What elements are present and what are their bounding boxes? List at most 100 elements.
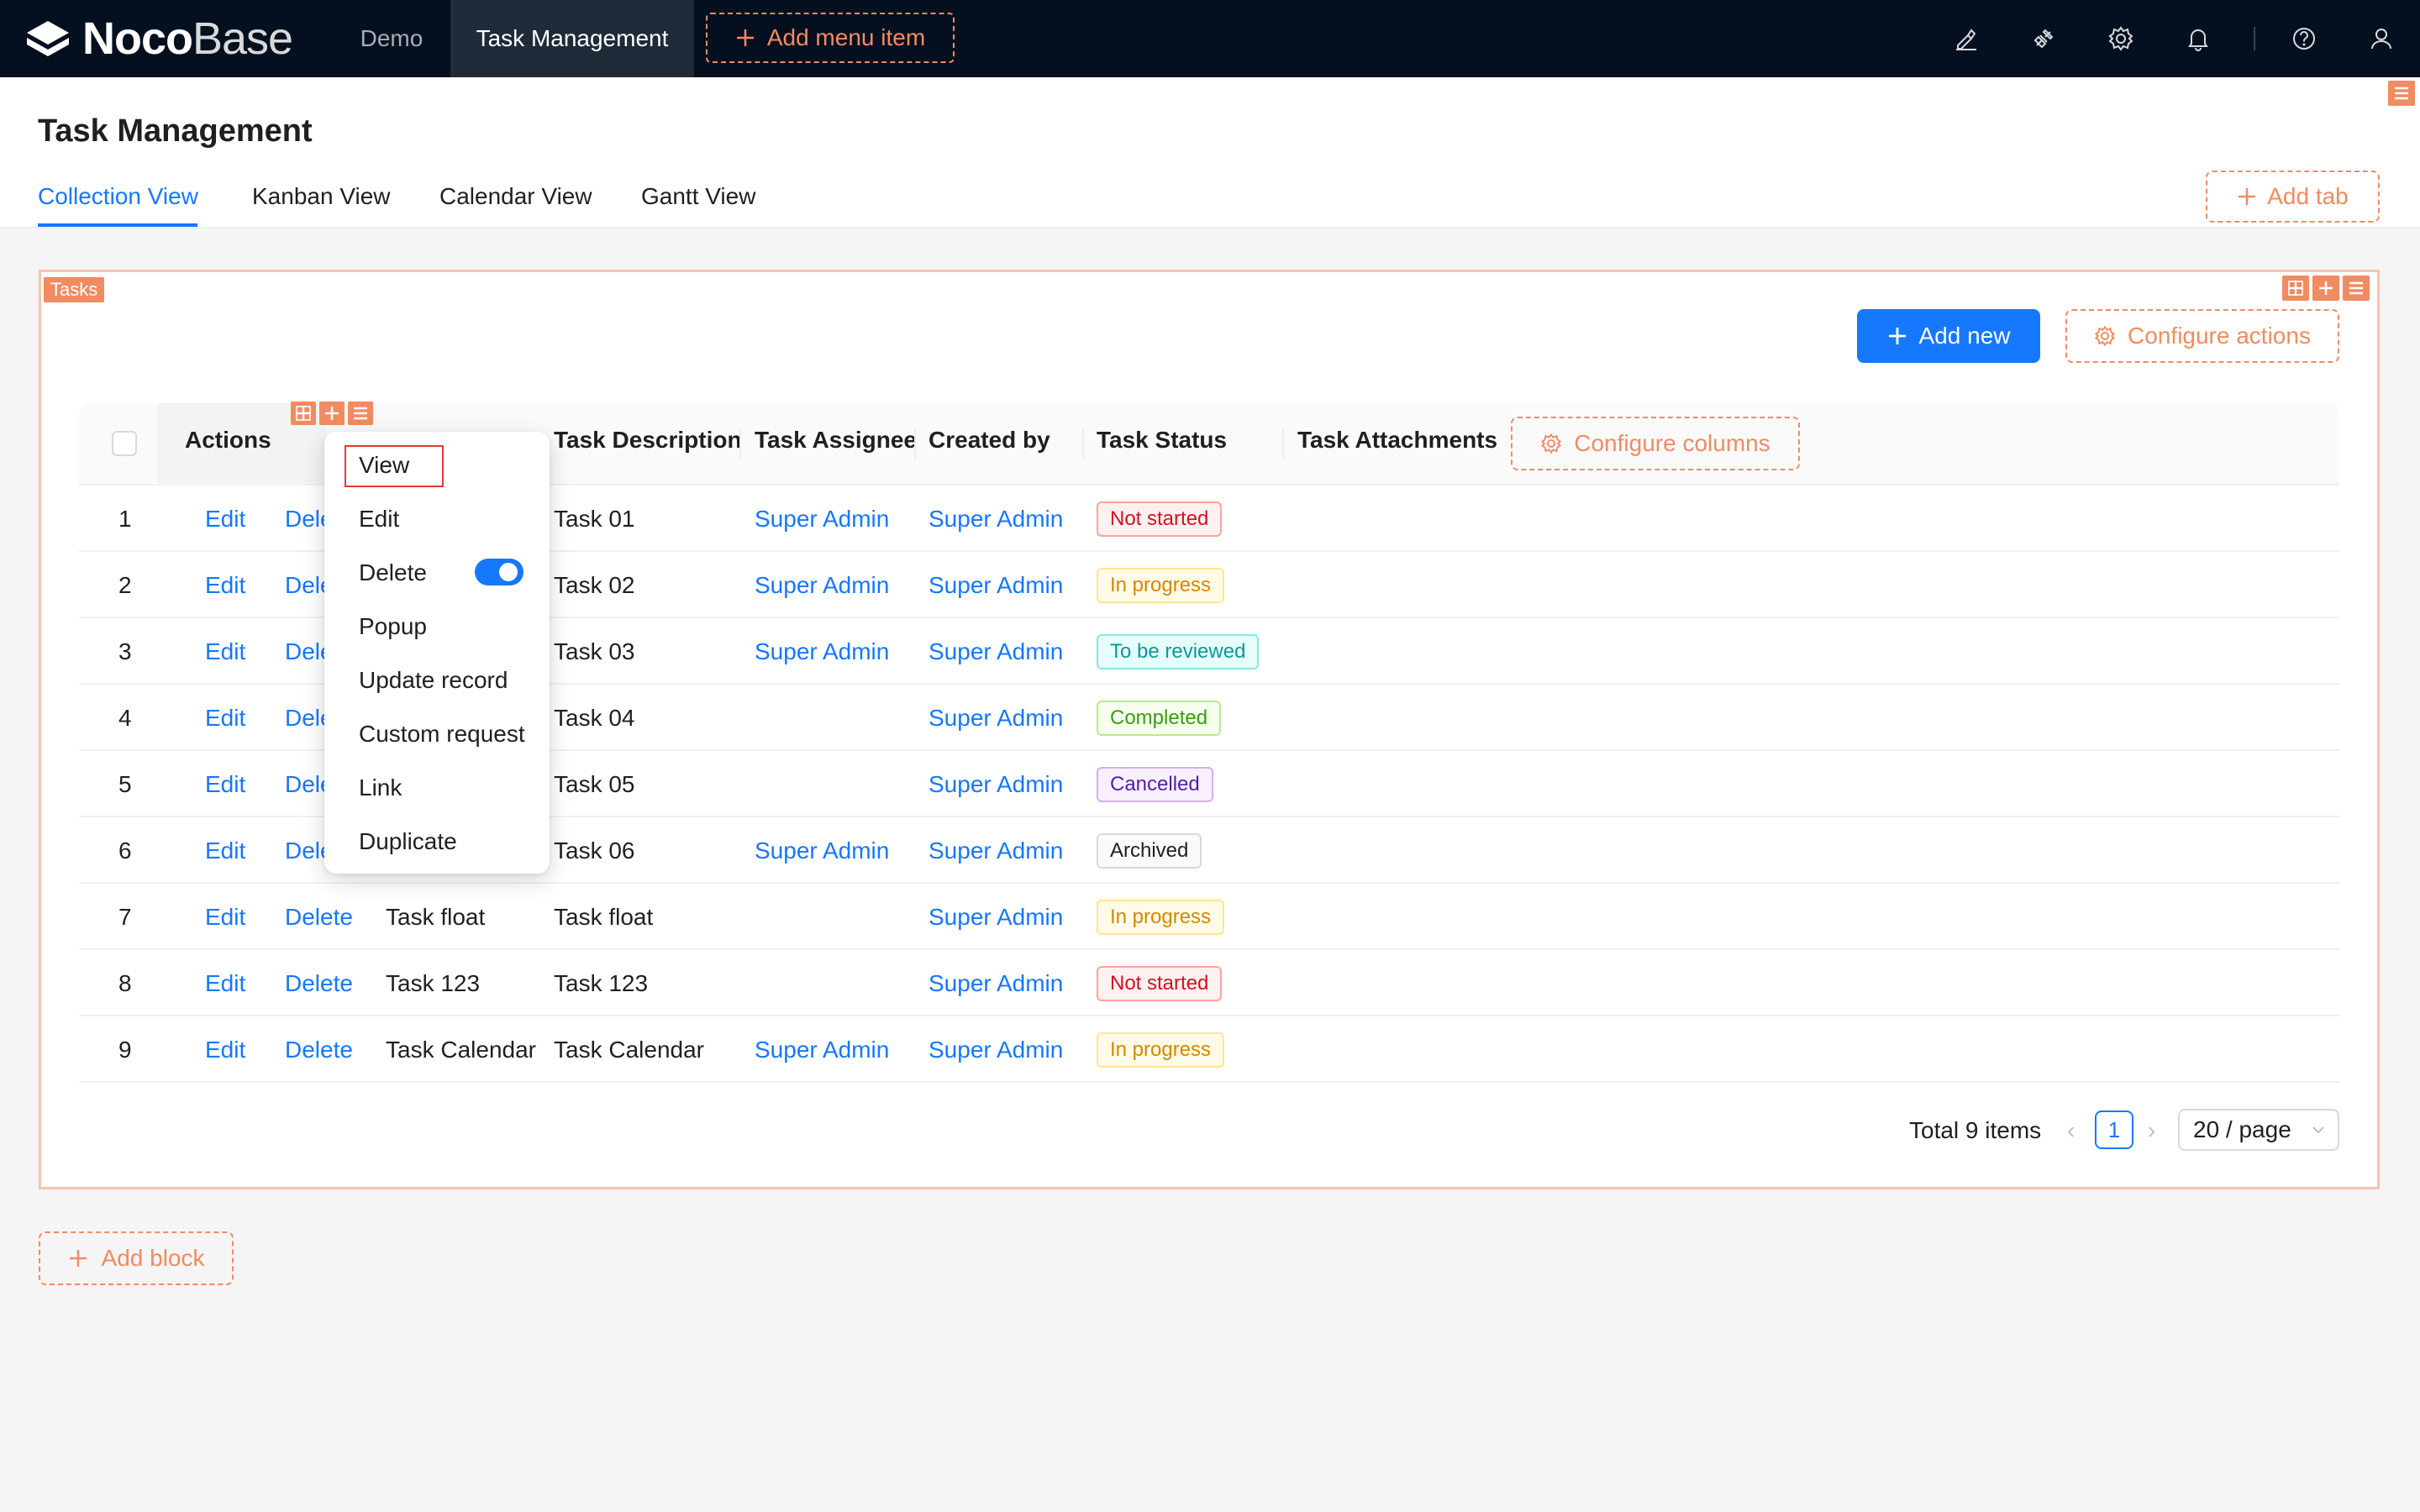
dropdown-item-edit[interactable]: Edit: [359, 506, 399, 533]
add-block-plus-icon[interactable]: [2312, 276, 2339, 301]
task-description-cell: Task 02: [554, 572, 635, 598]
prev-page-icon[interactable]: ‹: [2067, 1117, 2075, 1144]
delete-link[interactable]: Delete: [285, 970, 353, 997]
tab-collection-view[interactable]: Collection View: [38, 183, 198, 210]
created-by-link[interactable]: Super Admin: [929, 837, 1063, 864]
task-name-cell: Task Calendar: [386, 1037, 536, 1063]
plus-icon: [1888, 328, 1906, 344]
created-by-link[interactable]: Super Admin: [929, 572, 1063, 599]
status-badge: In progress: [1097, 900, 1225, 935]
configure-actions-button[interactable]: Configure actions: [2065, 309, 2339, 363]
task-assignee-link[interactable]: Super Admin: [755, 638, 889, 665]
configure-columns-button[interactable]: Configure columns: [1511, 417, 1800, 470]
row-number: 3: [118, 638, 132, 664]
edit-link[interactable]: Edit: [205, 506, 245, 533]
status-badge: Cancelled: [1097, 767, 1213, 802]
drag-handle-icon[interactable]: [2282, 276, 2309, 301]
status-badge: Not started: [1097, 966, 1223, 1001]
page-settings-menu-icon[interactable]: [2388, 81, 2415, 106]
task-assignee-link[interactable]: Super Admin: [755, 506, 889, 533]
block-settings-menu-icon[interactable]: [2343, 276, 2370, 301]
add-block-button[interactable]: Add block: [39, 1231, 234, 1285]
add-new-button[interactable]: Add new: [1857, 309, 2040, 363]
task-assignee-link[interactable]: Super Admin: [755, 837, 889, 864]
delete-link[interactable]: Delete: [285, 904, 353, 931]
column-divider: [1082, 428, 1084, 459]
status-badge: Not started: [1097, 501, 1223, 537]
column-toolbar: [291, 402, 373, 425]
edit-link[interactable]: Edit: [205, 705, 245, 732]
nav-item-task-management[interactable]: Task Management: [450, 0, 694, 77]
edit-link[interactable]: Edit: [205, 1037, 245, 1063]
column-header-created-by[interactable]: Created by: [929, 427, 1050, 454]
page-title: Task Management: [38, 113, 313, 149]
dropdown-item-popup[interactable]: Popup: [359, 613, 427, 640]
created-by-link[interactable]: Super Admin: [929, 771, 1063, 798]
task-assignee-link[interactable]: Super Admin: [755, 572, 889, 599]
settings-gear-icon[interactable]: [2101, 18, 2141, 59]
edit-link[interactable]: Edit: [205, 771, 245, 798]
active-tab-indicator: [38, 223, 197, 227]
add-new-label: Add new: [1918, 323, 2011, 349]
edit-link[interactable]: Edit: [205, 970, 245, 997]
task-description-cell: Task 123: [554, 970, 649, 996]
add-menu-item-button[interactable]: Add menu item: [706, 13, 955, 63]
app-logo[interactable]: NocoBase: [24, 12, 293, 66]
column-header-task-description[interactable]: Task Description: [554, 427, 742, 454]
task-description-cell: Task 06: [554, 837, 635, 864]
notification-bell-icon[interactable]: [2178, 18, 2218, 59]
dropdown-item-view[interactable]: View: [359, 452, 409, 479]
block-tag: Tasks: [44, 277, 105, 302]
created-by-link[interactable]: Super Admin: [929, 970, 1063, 997]
tab-calendar-view[interactable]: Calendar View: [439, 183, 592, 210]
user-avatar-icon[interactable]: [2361, 18, 2402, 59]
dropdown-item-custom-request[interactable]: Custom request: [359, 721, 525, 748]
tab-kanban-view[interactable]: Kanban View: [252, 183, 391, 210]
chevron-down-icon: [2312, 1126, 2324, 1134]
task-assignee-link[interactable]: Super Admin: [755, 1037, 889, 1063]
created-by-link[interactable]: Super Admin: [929, 705, 1063, 732]
tab-gantt-view[interactable]: Gantt View: [641, 183, 755, 210]
created-by-link[interactable]: Super Admin: [929, 638, 1063, 665]
current-page-button[interactable]: 1: [2095, 1110, 2133, 1149]
status-badge: Archived: [1097, 833, 1202, 869]
edit-link[interactable]: Edit: [205, 638, 245, 665]
dropdown-item-link[interactable]: Link: [359, 774, 402, 801]
row-number: 7: [118, 904, 132, 930]
dropdown-item-duplicate[interactable]: Duplicate: [359, 828, 457, 855]
edit-link[interactable]: Edit: [205, 837, 245, 864]
task-description-cell: Task 01: [554, 506, 635, 532]
task-name-cell: Task float: [386, 904, 486, 930]
column-settings-menu-icon[interactable]: [348, 402, 373, 425]
delete-link[interactable]: Delete: [285, 1037, 353, 1063]
column-add-icon[interactable]: [319, 402, 345, 425]
column-drag-icon[interactable]: [291, 402, 316, 425]
configure-columns-label: Configure columns: [1574, 430, 1770, 456]
status-badge: In progress: [1097, 568, 1225, 603]
add-tab-button[interactable]: Add tab: [2206, 171, 2380, 223]
edit-link[interactable]: Edit: [205, 572, 245, 599]
toggle-knob: [499, 563, 518, 581]
created-by-link[interactable]: Super Admin: [929, 1037, 1063, 1063]
nav-item-demo[interactable]: Demo: [341, 0, 442, 77]
column-header-task-attachments[interactable]: Task Attachments: [1297, 427, 1497, 454]
help-icon[interactable]: [2284, 18, 2324, 59]
dropdown-item-delete[interactable]: Delete: [359, 559, 427, 586]
toolbar-divider: [2254, 27, 2255, 50]
column-header-actions[interactable]: Actions: [185, 427, 271, 454]
select-all-checkbox[interactable]: [112, 431, 137, 456]
plus-icon: [2238, 188, 2256, 205]
column-header-task-assignee[interactable]: Task Assignee: [755, 427, 917, 454]
column-header-task-status[interactable]: Task Status: [1097, 427, 1227, 454]
ui-editor-icon[interactable]: [1946, 18, 1986, 59]
created-by-link[interactable]: Super Admin: [929, 904, 1063, 931]
created-by-link[interactable]: Super Admin: [929, 506, 1063, 533]
next-page-icon[interactable]: ›: [2148, 1117, 2155, 1144]
edit-link[interactable]: Edit: [205, 904, 245, 931]
row-number: 4: [118, 705, 132, 731]
plugin-manager-icon[interactable]: [2023, 18, 2064, 59]
add-menu-item-label: Add menu item: [766, 24, 926, 50]
page-size-select[interactable]: 20 / page: [2178, 1109, 2339, 1151]
dropdown-item-update-record[interactable]: Update record: [359, 667, 508, 694]
plus-icon: [736, 29, 754, 46]
